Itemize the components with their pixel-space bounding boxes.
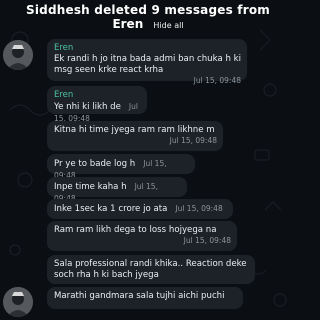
message-text: Sala professional randi khika.. Reaction… (54, 259, 247, 280)
deleted-messages-banner: Siddhesh deleted 9 messages from Eren Hi… (0, 0, 296, 33)
avatar-icon[interactable] (3, 40, 33, 70)
message-sender: Eren (54, 90, 74, 100)
message-text: Marathi gandmara sala tujhi aichi puchi (54, 291, 225, 301)
message-bubble[interactable]: Pr ye to bade log h Jul 15, 09:48 (47, 154, 195, 180)
message-bubble[interactable]: Inke 1sec ka 1 crore jo ata Jul 15, 09:48 (47, 199, 233, 219)
sender-name: Eren (112, 17, 144, 31)
message-time: Jul 15, 09:48 (183, 236, 231, 245)
hide-all-button[interactable]: Hide all (153, 21, 183, 30)
avatar-icon[interactable] (3, 287, 33, 317)
message-text: Kitna hi time jyega ram ram likhne m (54, 125, 215, 135)
message-bubble[interactable]: Eren Ye nhi ki likh de Jul 15, 09:48 (47, 86, 147, 123)
message-bubble[interactable]: Eren Ek randi h jo itna bada admi ban ch… (47, 39, 247, 85)
deleted-notice: Siddhesh deleted 9 messages from (26, 3, 270, 17)
message-bubble[interactable]: Sala professional randi khika.. Reaction… (47, 255, 255, 284)
message-bubble[interactable]: Ram ram likh dega to loss hojyega na Jul… (47, 221, 237, 251)
message-bubble[interactable]: Inpe time kaha hJul 15, 09:48 (47, 177, 187, 203)
message-text: Ram ram likh dega to loss hojyega na (54, 225, 217, 235)
message-sender: Eren (54, 43, 74, 53)
message-time: Jul 15, 09:48 (175, 204, 223, 213)
message-time: Jul 15, 09:48 (169, 136, 217, 145)
message-bubble[interactable]: Kitna hi time jyega ram ram likhne m Jul… (47, 121, 223, 151)
message-time: Jul 15, 09:48 (193, 76, 241, 85)
message-text: Ek randi h jo itna bada admi ban chuka h… (54, 54, 241, 75)
message-bubble[interactable]: Marathi gandmara sala tujhi aichi puchi (47, 287, 243, 309)
message-text: Inke 1sec ka 1 crore jo ata Jul 15, 09:48 (54, 204, 223, 214)
